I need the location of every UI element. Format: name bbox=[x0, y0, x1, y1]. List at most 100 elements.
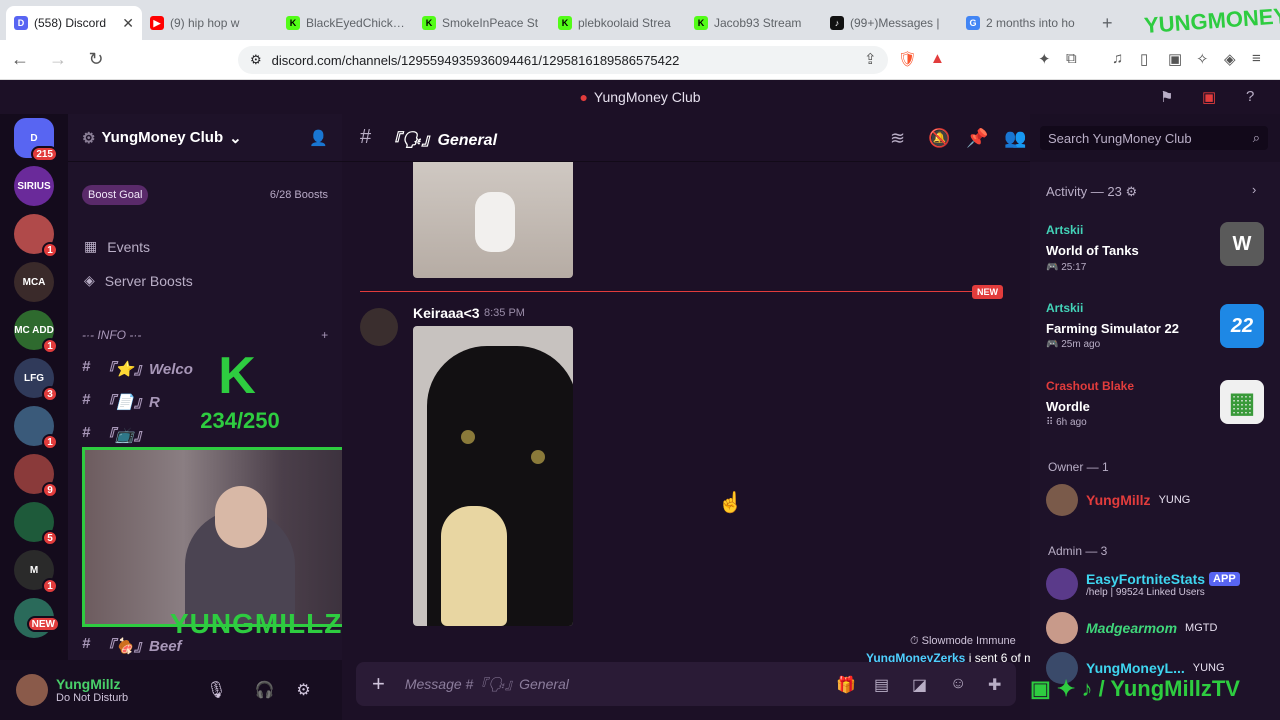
member-name: YungMillz bbox=[1086, 492, 1151, 508]
back-icon[interactable]: ← bbox=[10, 49, 30, 70]
browser-tab[interactable]: Kplebkoolaid Strea bbox=[550, 6, 686, 40]
search-input[interactable]: Search YungMoney Club ⌕ bbox=[1040, 126, 1268, 150]
browser-tab[interactable]: D (558) Discord ✕ bbox=[6, 6, 142, 40]
extensions-icon[interactable]: ✦ bbox=[1038, 50, 1051, 68]
vpn-icon[interactable]: ◈ bbox=[1224, 50, 1236, 68]
share-icon[interactable]: ⇪ bbox=[864, 50, 877, 68]
cat-eye bbox=[531, 450, 545, 464]
channel-item[interactable]: # 『📺』 bbox=[82, 424, 149, 445]
add-attachment-icon[interactable]: + bbox=[372, 671, 385, 697]
microphone-icon[interactable]: 🎙 bbox=[206, 680, 226, 700]
gift-icon[interactable]: 🎁 bbox=[836, 675, 856, 695]
hash-icon: # bbox=[82, 424, 91, 441]
browser-tab[interactable]: K BlackEyedChicken bbox=[278, 6, 414, 40]
server-label: MC ADD bbox=[14, 324, 54, 336]
browser-tab[interactable]: G 2 months into ho bbox=[958, 6, 1094, 40]
browser-tab[interactable]: ♪ (99+)Messages | bbox=[822, 6, 958, 40]
reload-icon[interactable]: ↻ bbox=[86, 49, 106, 70]
notification-badge: 5 bbox=[42, 530, 58, 546]
events-item[interactable]: ▦ Events bbox=[84, 238, 150, 255]
server-icon[interactable]: D 215 bbox=[14, 118, 58, 162]
avatar[interactable] bbox=[16, 674, 48, 706]
ai-icon[interactable]: ✧ bbox=[1196, 50, 1209, 68]
gif-icon[interactable]: ▤ bbox=[874, 675, 889, 695]
server-icon[interactable]: 1 bbox=[14, 214, 58, 258]
search-placeholder: Search YungMoney Club bbox=[1048, 130, 1192, 146]
server-icon[interactable]: NEW bbox=[14, 598, 60, 638]
add-channel-icon[interactable]: + bbox=[321, 328, 328, 342]
site-info-icon[interactable]: ⚙ bbox=[250, 52, 262, 68]
wallet-icon[interactable]: ▣ bbox=[1168, 50, 1182, 68]
activity-header[interactable]: Activity — 23 ⚙ bbox=[1046, 184, 1137, 200]
slowmode-notice: ⏱ Slowmode Immune bbox=[910, 635, 1016, 647]
white-cat-image bbox=[475, 192, 515, 252]
activity-user[interactable]: Crashout Blake bbox=[1046, 379, 1134, 393]
server-icon[interactable]: LFG 3 bbox=[14, 358, 58, 402]
channel-header: # 『🗣』General bbox=[342, 114, 1030, 162]
menu-icon[interactable]: ≡ bbox=[1252, 50, 1261, 67]
server-icon[interactable]: 9 bbox=[14, 454, 58, 498]
threads-icon[interactable]: ≋ bbox=[890, 128, 905, 149]
server-boosts-item[interactable]: ◈ Server Boosts bbox=[84, 272, 193, 289]
server-icon[interactable]: 1 bbox=[14, 406, 58, 450]
close-tab-icon[interactable]: ✕ bbox=[122, 15, 134, 32]
browser-tab[interactable]: K Jacob93 Stream bbox=[686, 6, 822, 40]
screenshot-icon[interactable]: ⧉ bbox=[1066, 50, 1077, 67]
activity-user[interactable]: Artskii bbox=[1046, 223, 1083, 237]
add-member-icon[interactable]: 👤 bbox=[309, 129, 328, 147]
settings-icon[interactable]: ⚙ bbox=[296, 680, 310, 700]
window-title: YungMoney Club bbox=[593, 89, 701, 105]
category-info[interactable]: -·- INFO -·- + bbox=[82, 328, 328, 342]
server-icon[interactable]: SIRIUS bbox=[14, 166, 54, 206]
boost-goal[interactable]: Boost Goal 6/28 Boosts bbox=[82, 182, 328, 208]
cat-eye bbox=[461, 430, 475, 444]
server-icon: ● bbox=[579, 89, 588, 105]
app-badge: APP bbox=[1209, 571, 1240, 586]
brave-shield-icon[interactable]: 🛡 bbox=[898, 50, 917, 68]
user-info[interactable]: YungMillz Do Not Disturb bbox=[56, 676, 128, 704]
chevron-right-icon[interactable]: › bbox=[1252, 182, 1256, 197]
slowmode-label: Slowmode Immune bbox=[921, 635, 1016, 647]
hand-cursor-icon: ☝ bbox=[718, 492, 743, 514]
emoji-icon[interactable]: ☺ bbox=[950, 675, 966, 693]
notification-badge: 1 bbox=[42, 434, 58, 450]
guild-header[interactable]: ⚙ YungMoney Club ⌄ 👤 bbox=[68, 114, 342, 162]
server-icon[interactable]: MC ADD 1 bbox=[14, 310, 58, 354]
apps-icon[interactable]: ✚ bbox=[988, 675, 1001, 695]
server-icon[interactable]: MCA bbox=[14, 262, 54, 302]
member-item[interactable]: YungMillz YUNG bbox=[1046, 484, 1190, 516]
forward-icon[interactable]: → bbox=[48, 49, 68, 70]
server-icon[interactable]: M1 bbox=[14, 550, 58, 594]
sticker-icon[interactable]: ◪ bbox=[912, 675, 927, 695]
inbox-icon[interactable]: ⚑ bbox=[1160, 88, 1173, 106]
media-icon[interactable]: ♫ bbox=[1112, 50, 1123, 67]
channel-item[interactable]: # 『🍖』Beef bbox=[82, 635, 182, 656]
image-attachment[interactable] bbox=[413, 326, 573, 626]
avatar[interactable] bbox=[360, 308, 398, 346]
brave-rewards-icon[interactable]: ▲ bbox=[930, 50, 945, 67]
url-bar[interactable]: ⚙ discord.com/channels/12955949359360944… bbox=[238, 46, 888, 74]
help-icon[interactable]: ? bbox=[1246, 88, 1254, 105]
new-tab-button[interactable]: + bbox=[1094, 6, 1124, 40]
member-item[interactable]: Madgearmom MGTD bbox=[1046, 612, 1217, 644]
message-input[interactable]: Message #『🗣』General bbox=[405, 674, 569, 694]
headphones-icon[interactable]: 🎧 bbox=[254, 680, 274, 700]
activity-user[interactable]: Artskii bbox=[1046, 301, 1083, 315]
activity-header-label: Activity — 23 bbox=[1046, 184, 1122, 199]
tab-favicon-icon: K bbox=[422, 16, 436, 30]
members-icon[interactable]: 👥 bbox=[1004, 128, 1026, 149]
browser-tab[interactable]: K SmokeInPeace St bbox=[414, 6, 550, 40]
image-attachment[interactable] bbox=[413, 162, 573, 278]
activity-game: Farming Simulator 22 bbox=[1046, 321, 1179, 336]
server-icon[interactable]: 5 bbox=[14, 502, 58, 546]
activity-game: World of Tanks bbox=[1046, 243, 1139, 258]
sidebar-icon[interactable]: ▯ bbox=[1140, 50, 1148, 68]
notifications-muted-icon[interactable]: 🔕 bbox=[928, 128, 950, 149]
tab-label: BlackEyedChicken bbox=[306, 16, 406, 30]
owner-group-header: Owner — 1 bbox=[1048, 460, 1109, 474]
member-item[interactable]: EasyFortniteStats APP /help | 99524 Link… bbox=[1046, 568, 1240, 600]
browser-tab[interactable]: ▶ (9) hip hop w bbox=[142, 6, 278, 40]
live-icon[interactable]: ▣ bbox=[1202, 88, 1216, 106]
pin-icon[interactable]: 📌 bbox=[966, 128, 988, 149]
message-author[interactable]: Keiraaa<3 bbox=[413, 305, 480, 321]
